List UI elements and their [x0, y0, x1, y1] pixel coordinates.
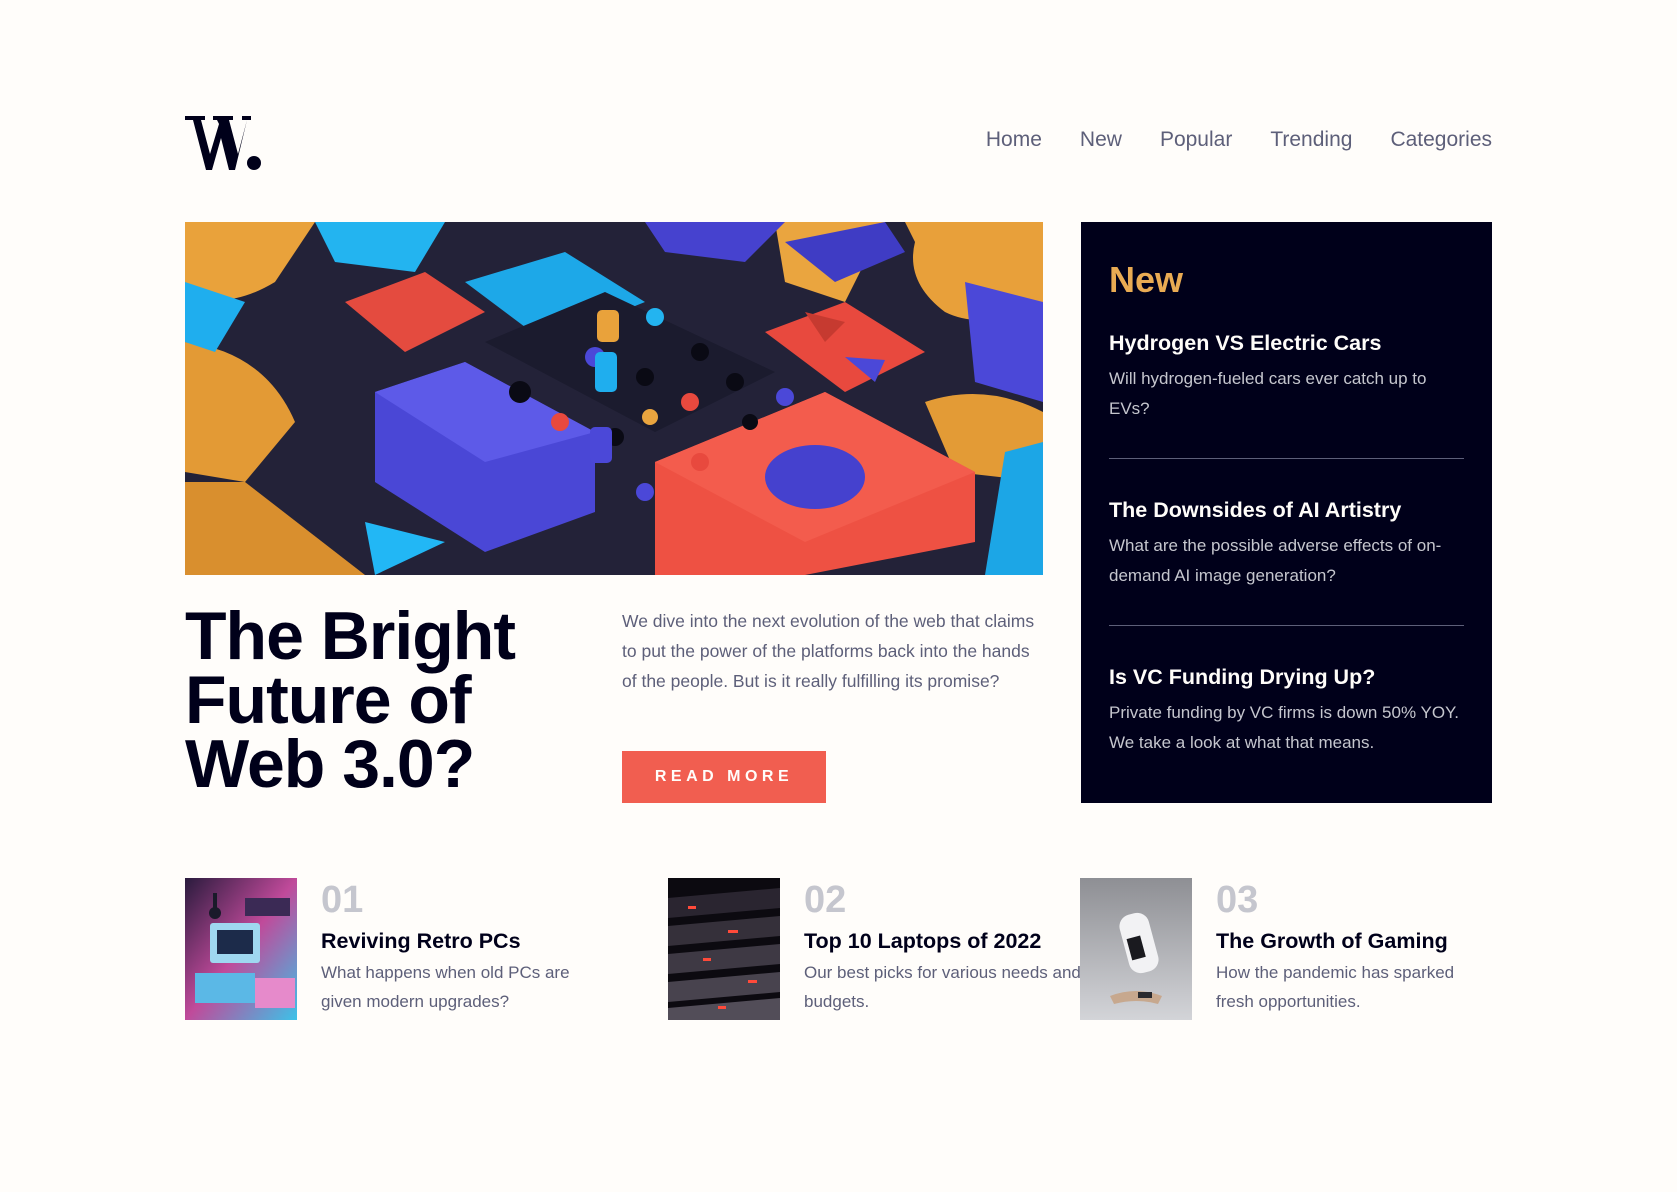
retro-pc-thumbnail[interactable]	[185, 878, 297, 1020]
card-title[interactable]: The Growth of Gaming	[1216, 928, 1496, 954]
new-item-title[interactable]: Hydrogen VS Electric Cars	[1109, 330, 1464, 356]
new-panel: New Hydrogen VS Electric Cars Will hydro…	[1081, 222, 1492, 803]
laptop-keyboard-thumbnail[interactable]	[668, 878, 780, 1020]
divider	[1109, 458, 1464, 459]
new-item-title[interactable]: Is VC Funding Drying Up?	[1109, 664, 1464, 690]
divider	[1109, 625, 1464, 626]
read-more-button[interactable]: READ MORE	[622, 751, 826, 803]
card-number: 01	[321, 879, 364, 921]
main-nav: Home New Popular Trending Categories	[986, 128, 1492, 152]
card-text: Our best picks for various needs and bud…	[804, 963, 1081, 1011]
logo[interactable]	[185, 116, 261, 170]
card-number: 02	[804, 879, 847, 921]
article-card: 03 The Growth of Gaming How the pandemic…	[1080, 878, 1496, 1020]
new-item-text: What are the possible adverse effects of…	[1109, 536, 1442, 585]
new-item: Hydrogen VS Electric Cars Will hydrogen-…	[1109, 330, 1464, 458]
game-controller-thumbnail[interactable]	[1080, 878, 1192, 1020]
page: Home New Popular Trending Categories The…	[0, 0, 1677, 1192]
new-item-text: Private funding by VC firms is down 50% …	[1109, 703, 1459, 752]
hero-headline: The Bright Future of Web 3.0?	[185, 598, 516, 802]
card-title[interactable]: Reviving Retro PCs	[321, 928, 601, 954]
new-item: The Downsides of AI Artistry What are th…	[1109, 497, 1464, 625]
article-card: 02 Top 10 Laptops of 2022 Our best picks…	[668, 878, 1084, 1020]
article-card: 01 Reviving Retro PCs What happens when …	[185, 878, 601, 1020]
new-item-text: Will hydrogen-fueled cars ever catch up …	[1109, 369, 1427, 418]
card-number: 03	[1216, 879, 1259, 921]
nav-categories[interactable]: Categories	[1390, 128, 1492, 152]
new-panel-title: New	[1109, 259, 1184, 300]
hero-description: We dive into the next evolution of the w…	[622, 611, 1035, 691]
card-text: What happens when old PCs are given mode…	[321, 963, 570, 1011]
new-item: Is VC Funding Drying Up? Private funding…	[1109, 664, 1464, 792]
nav-trending[interactable]: Trending	[1270, 128, 1352, 152]
nav-popular[interactable]: Popular	[1160, 128, 1232, 152]
hero-image	[185, 222, 1043, 575]
card-title[interactable]: Top 10 Laptops of 2022	[804, 928, 1084, 954]
nav-new[interactable]: New	[1080, 128, 1122, 152]
card-text: How the pandemic has sparked fresh oppor…	[1216, 963, 1455, 1011]
new-item-title[interactable]: The Downsides of AI Artistry	[1109, 497, 1464, 523]
nav-home[interactable]: Home	[986, 128, 1042, 152]
